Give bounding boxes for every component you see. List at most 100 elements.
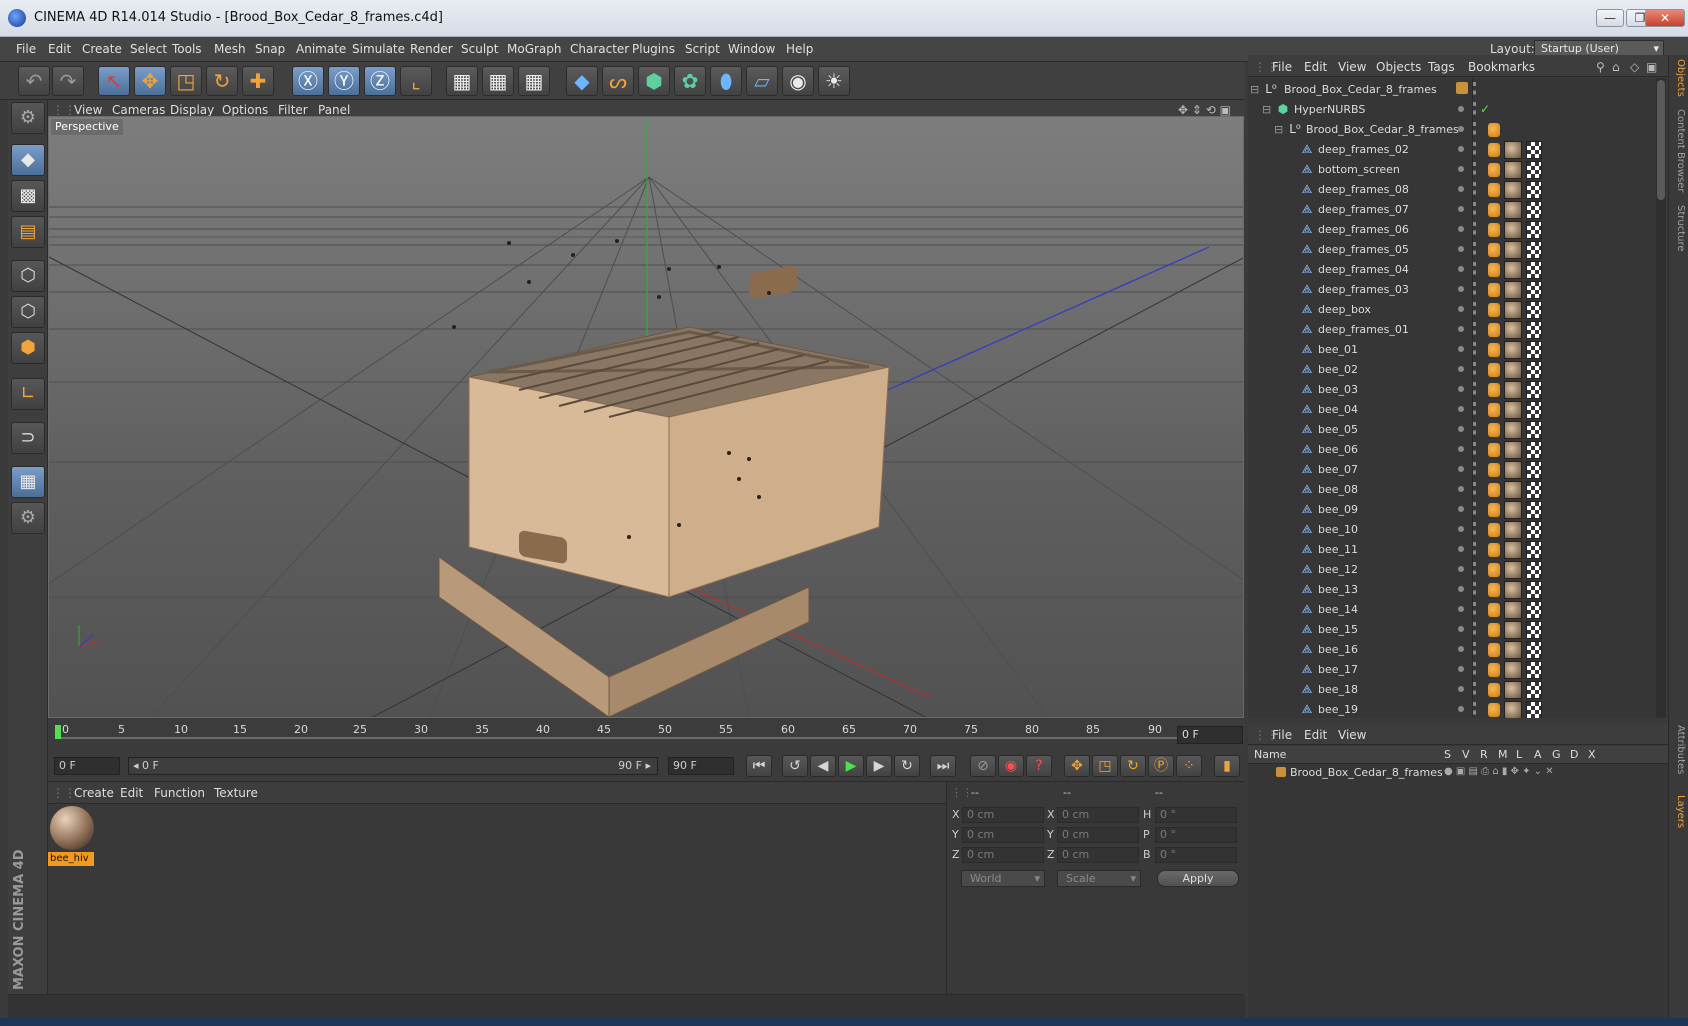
- material-tag-icon[interactable]: [1504, 401, 1522, 419]
- object-row[interactable]: ⟁ bee_03: [1248, 380, 1658, 400]
- object-row[interactable]: ⟁ deep_frames_03: [1248, 280, 1658, 300]
- material-tag-icon[interactable]: [1504, 441, 1522, 459]
- visibility-dot-icon[interactable]: [1458, 566, 1464, 572]
- search-icon[interactable]: ⚲: [1596, 60, 1605, 74]
- phong-tag-icon[interactable]: [1488, 583, 1500, 597]
- phong-tag-icon[interactable]: [1488, 363, 1500, 377]
- object-row[interactable]: ⟁ deep_frames_07: [1248, 200, 1658, 220]
- axis-mode-icon[interactable]: ∟: [11, 378, 45, 410]
- phong-tag-icon[interactable]: [1488, 443, 1500, 457]
- menu-render[interactable]: Render: [410, 42, 453, 56]
- visibility-dot-icon[interactable]: [1458, 446, 1464, 452]
- object-row[interactable]: ⟁ bee_07: [1248, 460, 1658, 480]
- column-generators[interactable]: G: [1552, 748, 1561, 761]
- visibility-dot-icon[interactable]: [1458, 206, 1464, 212]
- cube-icon[interactable]: ◆: [566, 66, 598, 96]
- uvw-tag-icon[interactable]: [1526, 661, 1542, 679]
- material-tag-icon[interactable]: [1504, 241, 1522, 259]
- size-z-field[interactable]: 0 cm: [1057, 847, 1139, 863]
- visibility-dot-icon[interactable]: [1458, 106, 1464, 112]
- layer-flags-icons[interactable]: ● ▣ ▤ ⎙ ⌂ ▮ ✥ ✦ ⌄ ✕: [1444, 766, 1554, 777]
- phong-tag-icon[interactable]: [1488, 423, 1500, 437]
- uvw-tag-icon[interactable]: [1526, 401, 1542, 419]
- object-row-hypernurbs[interactable]: ⊟ ⬢ HyperNURBS ✓: [1248, 100, 1658, 120]
- nurbs-icon[interactable]: ⬢: [638, 66, 670, 96]
- phong-tag-icon[interactable]: [1488, 623, 1500, 637]
- material-menu-edit[interactable]: Edit: [120, 786, 143, 800]
- uvw-tag-icon[interactable]: [1526, 281, 1542, 299]
- record-point-level-icon[interactable]: ⁘: [1176, 755, 1202, 777]
- 3d-viewport[interactable]: Perspective: [48, 116, 1244, 718]
- phong-tag-icon[interactable]: [1488, 643, 1500, 657]
- menu-sculpt[interactable]: Sculpt: [461, 42, 498, 56]
- column-expressions[interactable]: X: [1588, 748, 1596, 761]
- render-picture-viewer-icon[interactable]: ▦: [482, 66, 514, 96]
- menu-animate[interactable]: Animate: [296, 42, 346, 56]
- new-panel-icon[interactable]: ▣: [1646, 60, 1657, 74]
- object-row[interactable]: ⟁ bee_18: [1248, 680, 1658, 700]
- record-scale-icon[interactable]: ◳: [1092, 755, 1118, 777]
- spline-icon[interactable]: ᔕ: [602, 66, 634, 96]
- uvw-tag-icon[interactable]: [1526, 161, 1542, 179]
- visibility-dot-icon[interactable]: [1458, 626, 1464, 632]
- phong-tag-icon[interactable]: [1488, 283, 1500, 297]
- edges-mode-icon[interactable]: ⬡: [11, 296, 45, 328]
- material-tag-icon[interactable]: [1504, 701, 1522, 718]
- material-tag-icon[interactable]: [1504, 541, 1522, 559]
- object-row[interactable]: ⟁ bee_14: [1248, 600, 1658, 620]
- object-row[interactable]: ⟁ bee_04: [1248, 400, 1658, 420]
- object-row-group[interactable]: ⊟ L⁰ Brood_Box_Cedar_8_frames: [1248, 120, 1658, 140]
- uvw-tag-icon[interactable]: [1526, 581, 1542, 599]
- array-icon[interactable]: ✿: [674, 66, 706, 96]
- record-rotation-icon[interactable]: ↻: [1120, 755, 1146, 777]
- home-icon[interactable]: ⌂: [1612, 60, 1620, 74]
- workplane-lock-icon[interactable]: ▦: [11, 466, 45, 498]
- rot-p-field[interactable]: 0 °: [1155, 827, 1237, 843]
- phong-tag-icon[interactable]: [1488, 323, 1500, 337]
- object-menu-objects[interactable]: Objects: [1376, 60, 1421, 74]
- layer-row[interactable]: Brood_Box_Cedar_8_frames ● ▣ ▤ ⎙ ⌂ ▮ ✥ ✦…: [1248, 764, 1668, 782]
- next-key-icon[interactable]: ↻: [894, 755, 920, 777]
- material-tag-icon[interactable]: [1504, 281, 1522, 299]
- column-render[interactable]: R: [1480, 748, 1488, 761]
- workplane-mode-icon[interactable]: ▤: [11, 216, 45, 248]
- object-row[interactable]: ⟁ bee_02: [1248, 360, 1658, 380]
- autokey-icon[interactable]: ◉: [998, 755, 1024, 777]
- viewport-menu-options[interactable]: Options: [222, 103, 268, 117]
- phong-tag-icon[interactable]: [1488, 523, 1500, 537]
- phong-tag-icon[interactable]: [1488, 203, 1500, 217]
- object-row[interactable]: ⟁ bee_01: [1248, 340, 1658, 360]
- object-row[interactable]: ⟁ deep_frames_05: [1248, 240, 1658, 260]
- object-row[interactable]: ⟁ bee_10: [1248, 520, 1658, 540]
- visibility-dot-icon[interactable]: [1458, 346, 1464, 352]
- menu-help[interactable]: Help: [786, 42, 813, 56]
- apply-button[interactable]: Apply: [1157, 870, 1239, 887]
- min-time-field[interactable]: 0 F: [54, 757, 120, 775]
- polygons-mode-icon[interactable]: ⬢: [11, 332, 45, 364]
- material-tag-icon[interactable]: [1504, 581, 1522, 599]
- column-animation[interactable]: A: [1534, 748, 1542, 761]
- x-axis-icon[interactable]: Ⓧ: [292, 66, 324, 96]
- tab-layers[interactable]: Layers: [1672, 795, 1686, 828]
- rotate-icon[interactable]: ↻: [206, 66, 238, 96]
- object-menu-file[interactable]: File: [1272, 60, 1292, 74]
- uvw-tag-icon[interactable]: [1526, 461, 1542, 479]
- uvw-tag-icon[interactable]: [1526, 381, 1542, 399]
- visibility-dot-icon[interactable]: [1458, 666, 1464, 672]
- material-tag-icon[interactable]: [1504, 201, 1522, 219]
- expand-icon[interactable]: ⊟: [1262, 103, 1271, 116]
- column-locked[interactable]: L: [1516, 748, 1522, 761]
- uvw-tag-icon[interactable]: [1526, 241, 1542, 259]
- object-menu-edit[interactable]: Edit: [1304, 60, 1327, 74]
- visibility-dot-icon[interactable]: [1458, 286, 1464, 292]
- navigate-back-icon[interactable]: ◇: [1630, 60, 1639, 74]
- phong-tag-icon[interactable]: [1488, 503, 1500, 517]
- viewport-menu-display[interactable]: Display: [170, 103, 214, 117]
- live-selection-icon[interactable]: ↖: [98, 66, 130, 96]
- uvw-tag-icon[interactable]: [1526, 201, 1542, 219]
- visibility-dot-icon[interactable]: [1458, 186, 1464, 192]
- object-row[interactable]: ⟁ bottom_screen: [1248, 160, 1658, 180]
- viewport-menu-filter[interactable]: Filter: [278, 103, 308, 117]
- object-row[interactable]: ⟁ bee_05: [1248, 420, 1658, 440]
- phong-tag-icon[interactable]: [1488, 343, 1500, 357]
